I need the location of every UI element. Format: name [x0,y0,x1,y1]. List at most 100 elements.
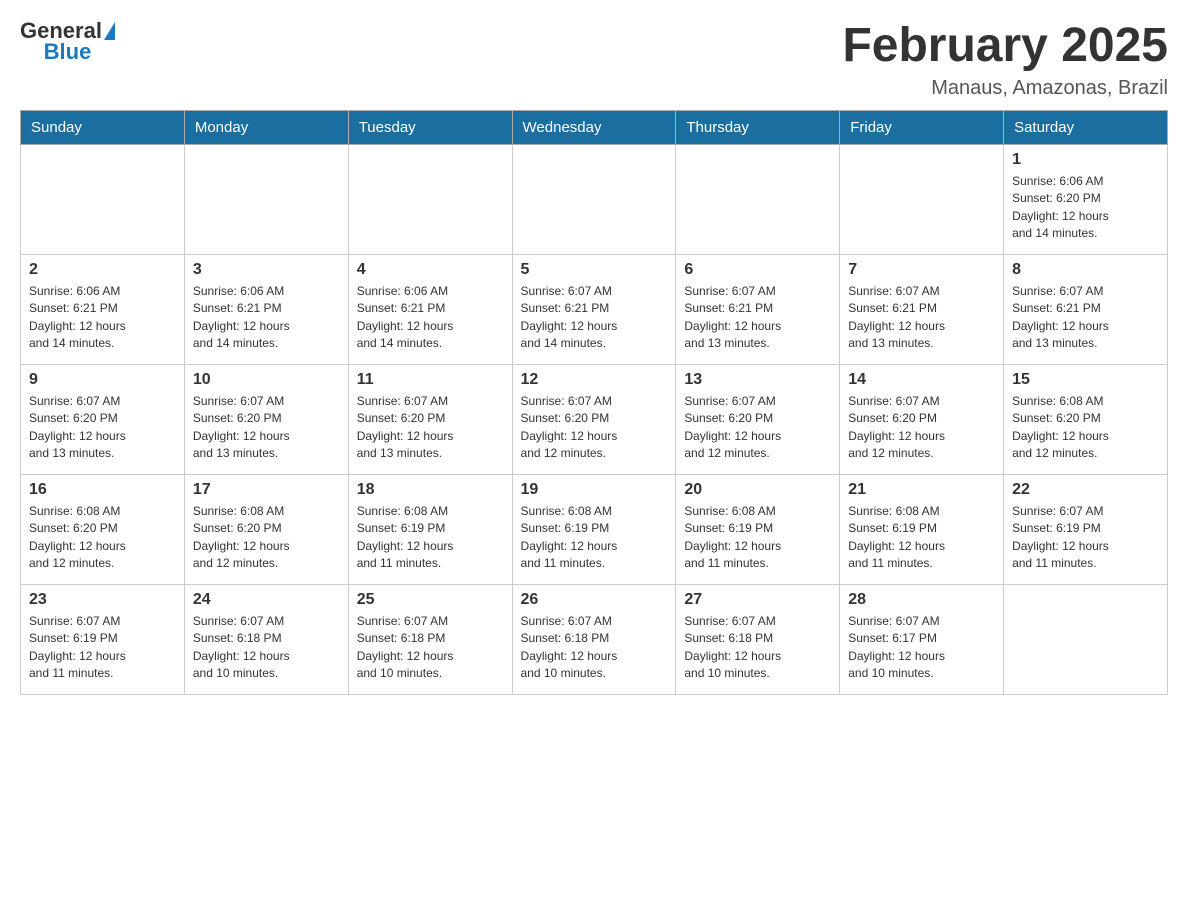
week-row-4: 23Sunrise: 6:07 AM Sunset: 6:19 PM Dayli… [21,584,1168,694]
calendar-cell: 4 Sunrise: 6:06 AM Sunset: 6:21 PM Daylig… [348,254,512,364]
week-row-1: 2 Sunrise: 6:06 AM Sunset: 6:21 PM Daylig… [21,254,1168,364]
calendar-cell: 7 Sunrise: 6:07 AM Sunset: 6:21 PM Daylig… [840,254,1004,364]
calendar-cell: 1 Sunrise: 6:06 AM Sunset: 6:20 PM Daylig… [1004,144,1168,254]
day-number: 22 [1012,481,1159,499]
day-number: 28 [848,591,995,609]
calendar-cell: 26 Sunrise: 6:07 AM Sunset: 6:18 PM Dayli… [512,584,676,694]
day-number: 2 [29,261,176,279]
day-number: 11 [357,371,504,389]
day-info: Sunrise: 6:07 AM Sunset: 6:21 PM Dayligh… [848,283,995,353]
day-number: 4 [357,261,504,279]
calendar-cell: 3 Sunrise: 6:06 AM Sunset: 6:21 PM Daylig… [184,254,348,364]
day-number: 17 [193,481,340,499]
calendar-cell: 5 Sunrise: 6:07 AM Sunset: 6:21 PM Daylig… [512,254,676,364]
day-info: Sunrise: 6:07 AM Sunset: 6:20 PM Dayligh… [684,393,831,463]
day-info: Sunrise: 6:08 AM Sunset: 6:20 PM Dayligh… [1012,393,1159,463]
calendar-cell: 22 Sunrise: 6:07 AM Sunset: 6:19 PM Dayli… [1004,474,1168,584]
calendar-cell: 21 Sunrise: 6:08 AM Sunset: 6:19 PM Dayli… [840,474,1004,584]
day-number: 13 [684,371,831,389]
day-number: 26 [521,591,668,609]
calendar-cell: 6 Sunrise: 6:07 AM Sunset: 6:21 PM Daylig… [676,254,840,364]
calendar-header-saturday: Saturday [1004,110,1168,144]
day-number: 3 [193,261,340,279]
day-number: 23 [29,591,176,609]
calendar-cell: 23Sunrise: 6:07 AM Sunset: 6:19 PM Dayli… [21,584,185,694]
day-info: Sunrise: 6:07 AM Sunset: 6:17 PM Dayligh… [848,613,995,683]
page-header: General Blue February 2025 Manaus, Amazo… [20,20,1168,100]
day-info: Sunrise: 6:07 AM Sunset: 6:21 PM Dayligh… [684,283,831,353]
day-number: 9 [29,371,176,389]
calendar-cell [1004,584,1168,694]
logo-blue-text: Blue [44,41,92,63]
day-number: 7 [848,261,995,279]
calendar-cell: 12 Sunrise: 6:07 AM Sunset: 6:20 PM Dayli… [512,364,676,474]
day-info: Sunrise: 6:06 AM Sunset: 6:20 PM Dayligh… [1012,173,1159,243]
day-number: 6 [684,261,831,279]
day-info: Sunrise: 6:08 AM Sunset: 6:19 PM Dayligh… [521,503,668,573]
calendar-cell: 24Sunrise: 6:07 AM Sunset: 6:18 PM Dayli… [184,584,348,694]
calendar-cell: 20 Sunrise: 6:08 AM Sunset: 6:19 PM Dayli… [676,474,840,584]
day-info: Sunrise: 6:07 AM Sunset: 6:21 PM Dayligh… [521,283,668,353]
day-number: 5 [521,261,668,279]
calendar-cell [676,144,840,254]
calendar-cell: 13 Sunrise: 6:07 AM Sunset: 6:20 PM Dayli… [676,364,840,474]
calendar-cell: 10 Sunrise: 6:07 AM Sunset: 6:20 PM Dayli… [184,364,348,474]
day-info: Sunrise: 6:08 AM Sunset: 6:19 PM Dayligh… [684,503,831,573]
day-number: 24 [193,591,340,609]
calendar-header-thursday: Thursday [676,110,840,144]
day-number: 1 [1012,151,1159,169]
calendar-header-sunday: Sunday [21,110,185,144]
day-number: 27 [684,591,831,609]
title-block: February 2025 Manaus, Amazonas, Brazil [842,20,1168,100]
week-row-3: 16 Sunrise: 6:08 AM Sunset: 6:20 PM Dayli… [21,474,1168,584]
day-number: 19 [521,481,668,499]
calendar-table: SundayMondayTuesdayWednesdayThursdayFrid… [20,110,1168,695]
calendar-header-monday: Monday [184,110,348,144]
calendar-cell: 14Sunrise: 6:07 AM Sunset: 6:20 PM Dayli… [840,364,1004,474]
day-number: 12 [521,371,668,389]
calendar-cell: 18Sunrise: 6:08 AM Sunset: 6:19 PM Dayli… [348,474,512,584]
day-info: Sunrise: 6:08 AM Sunset: 6:20 PM Dayligh… [193,503,340,573]
day-number: 8 [1012,261,1159,279]
day-number: 20 [684,481,831,499]
calendar-cell: 17 Sunrise: 6:08 AM Sunset: 6:20 PM Dayli… [184,474,348,584]
day-info: Sunrise: 6:08 AM Sunset: 6:20 PM Dayligh… [29,503,176,573]
day-number: 16 [29,481,176,499]
day-info: Sunrise: 6:07 AM Sunset: 6:18 PM Dayligh… [521,613,668,683]
day-number: 10 [193,371,340,389]
day-number: 25 [357,591,504,609]
calendar-cell: 27 Sunrise: 6:07 AM Sunset: 6:18 PM Dayli… [676,584,840,694]
day-info: Sunrise: 6:06 AM Sunset: 6:21 PM Dayligh… [193,283,340,353]
calendar-cell [348,144,512,254]
calendar-cell: 11 Sunrise: 6:07 AM Sunset: 6:20 PM Dayli… [348,364,512,474]
week-row-0: 1 Sunrise: 6:06 AM Sunset: 6:20 PM Daylig… [21,144,1168,254]
calendar-cell [512,144,676,254]
logo: General Blue [20,20,115,63]
day-number: 15 [1012,371,1159,389]
day-info: Sunrise: 6:07 AM Sunset: 6:18 PM Dayligh… [684,613,831,683]
calendar-cell: 19 Sunrise: 6:08 AM Sunset: 6:19 PM Dayli… [512,474,676,584]
day-info: Sunrise: 6:07 AM Sunset: 6:20 PM Dayligh… [357,393,504,463]
calendar-header-row: SundayMondayTuesdayWednesdayThursdayFrid… [21,110,1168,144]
calendar-cell: 8 Sunrise: 6:07 AM Sunset: 6:21 PM Daylig… [1004,254,1168,364]
calendar-cell: 16 Sunrise: 6:08 AM Sunset: 6:20 PM Dayli… [21,474,185,584]
calendar-cell: 2Sunrise: 6:06 AM Sunset: 6:21 PM Daylig… [21,254,185,364]
day-number: 21 [848,481,995,499]
calendar-header-wednesday: Wednesday [512,110,676,144]
day-info: Sunrise: 6:08 AM Sunset: 6:19 PM Dayligh… [848,503,995,573]
day-info: Sunrise: 6:07 AM Sunset: 6:19 PM Dayligh… [1012,503,1159,573]
day-info: Sunrise: 6:06 AM Sunset: 6:21 PM Dayligh… [357,283,504,353]
day-info: Sunrise: 6:07 AM Sunset: 6:20 PM Dayligh… [193,393,340,463]
day-number: 14 [848,371,995,389]
day-info: Sunrise: 6:07 AM Sunset: 6:20 PM Dayligh… [521,393,668,463]
calendar-cell [21,144,185,254]
month-title: February 2025 [842,20,1168,73]
day-info: Sunrise: 6:08 AM Sunset: 6:19 PM Dayligh… [357,503,504,573]
calendar-cell [840,144,1004,254]
calendar-cell: 25 Sunrise: 6:07 AM Sunset: 6:18 PM Dayli… [348,584,512,694]
calendar-header-tuesday: Tuesday [348,110,512,144]
calendar-cell: 9 Sunrise: 6:07 AM Sunset: 6:20 PM Daylig… [21,364,185,474]
day-info: Sunrise: 6:07 AM Sunset: 6:20 PM Dayligh… [29,393,176,463]
day-info: Sunrise: 6:07 AM Sunset: 6:18 PM Dayligh… [357,613,504,683]
day-info: Sunrise: 6:07 AM Sunset: 6:21 PM Dayligh… [1012,283,1159,353]
